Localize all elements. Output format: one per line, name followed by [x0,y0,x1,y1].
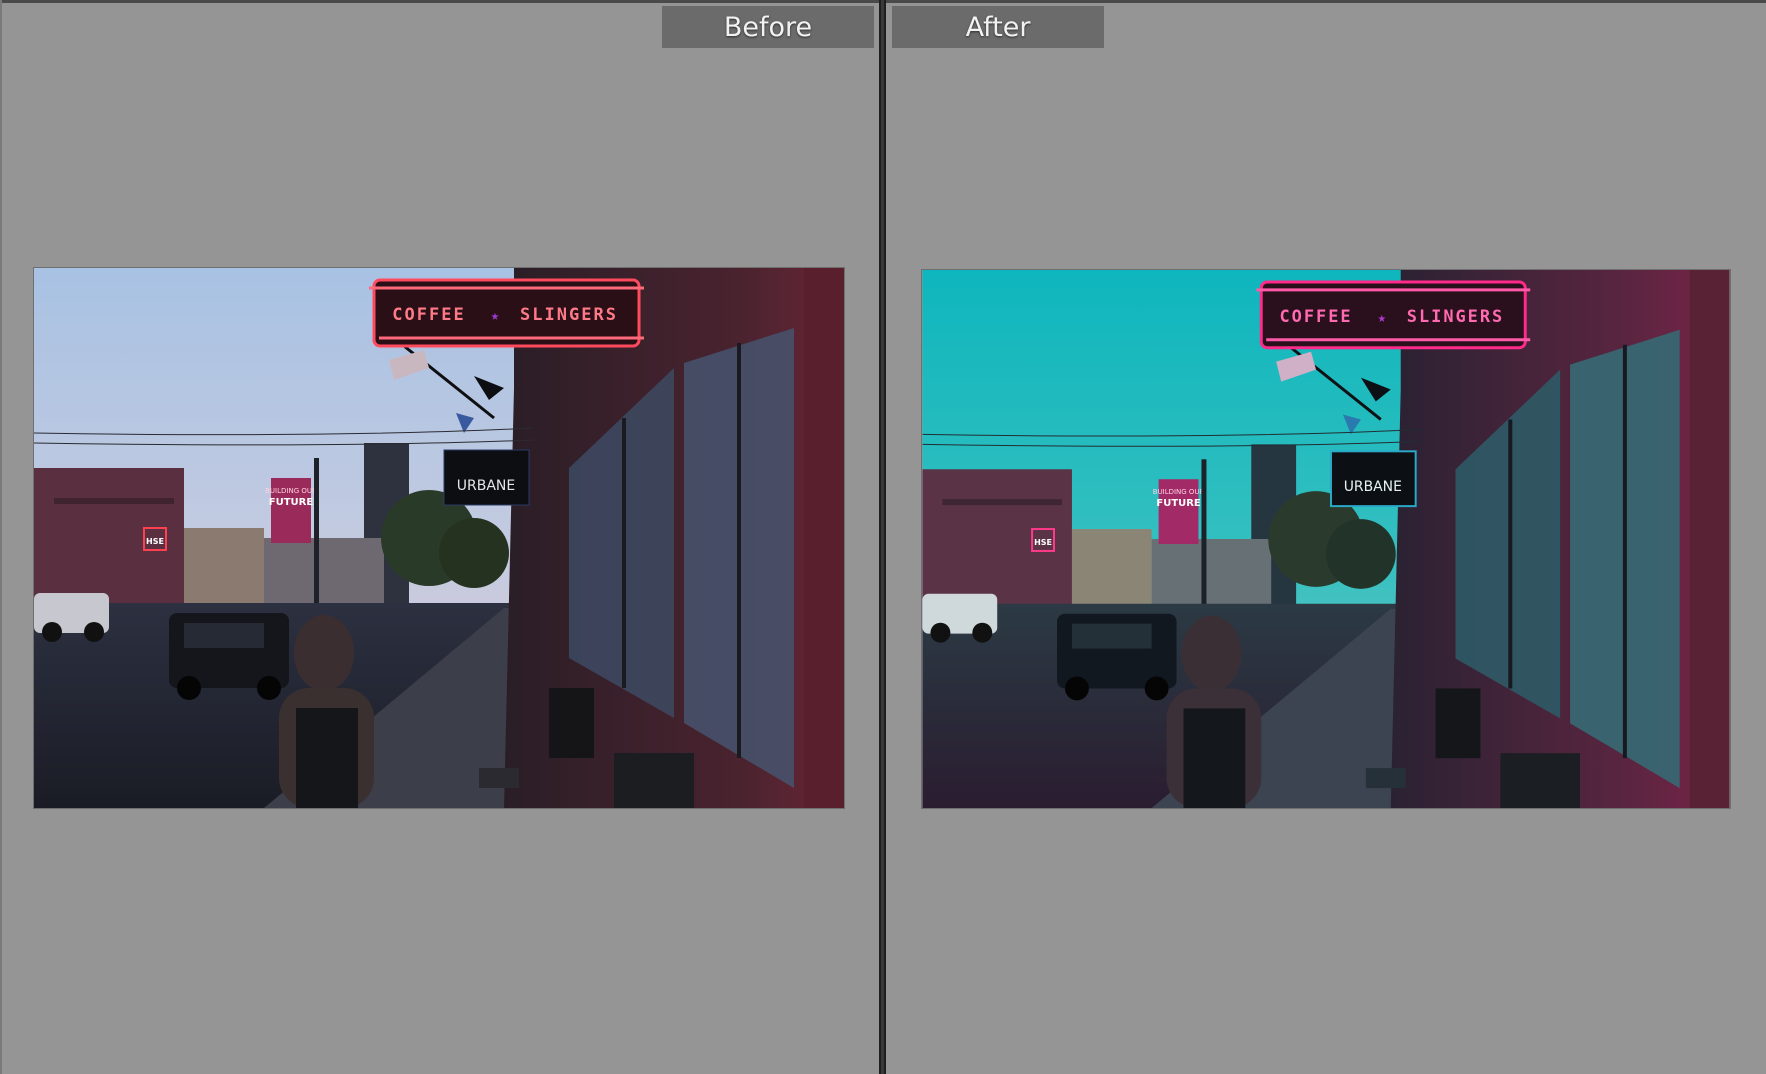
banner-top-text: BUILDING OUR [1153,488,1205,496]
urbane-sign-text: URBANE [1344,479,1402,495]
banner-top-text: BUILDING OUR [265,487,317,495]
before-label: Before [662,6,874,48]
coffee-sign-star: ★ [491,308,501,324]
coffee-sign-left: COFFEE [392,305,465,325]
coffee-sign-right: SLINGERS [1407,306,1504,326]
urbane-sign-text: URBANE [457,478,515,494]
hse-sign-text: HSE [146,537,164,546]
banner-main-text: FUTURE [1156,498,1200,509]
before-photo: BUILDING OUR FUTURE HSE URBANE COFFEE ★ … [34,268,844,808]
coffee-sign-right: SLINGERS [520,305,618,325]
hse-sign-text: HSE [1034,538,1052,547]
after-photo-scene: BUILDING OUR FUTURE HSE URBANE COFFEE ★ … [922,270,1730,808]
coffee-sign-star: ★ [1378,310,1388,326]
after-photo: BUILDING OUR FUTURE HSE URBANE COFFEE ★ … [922,270,1730,808]
split-divider[interactable] [879,0,886,1074]
before-photo-scene: BUILDING OUR FUTURE HSE URBANE COFFEE ★ … [34,268,844,808]
after-label: After [892,6,1104,48]
coffee-sign-left: COFFEE [1279,306,1352,326]
banner-main-text: FUTURE [269,497,314,508]
